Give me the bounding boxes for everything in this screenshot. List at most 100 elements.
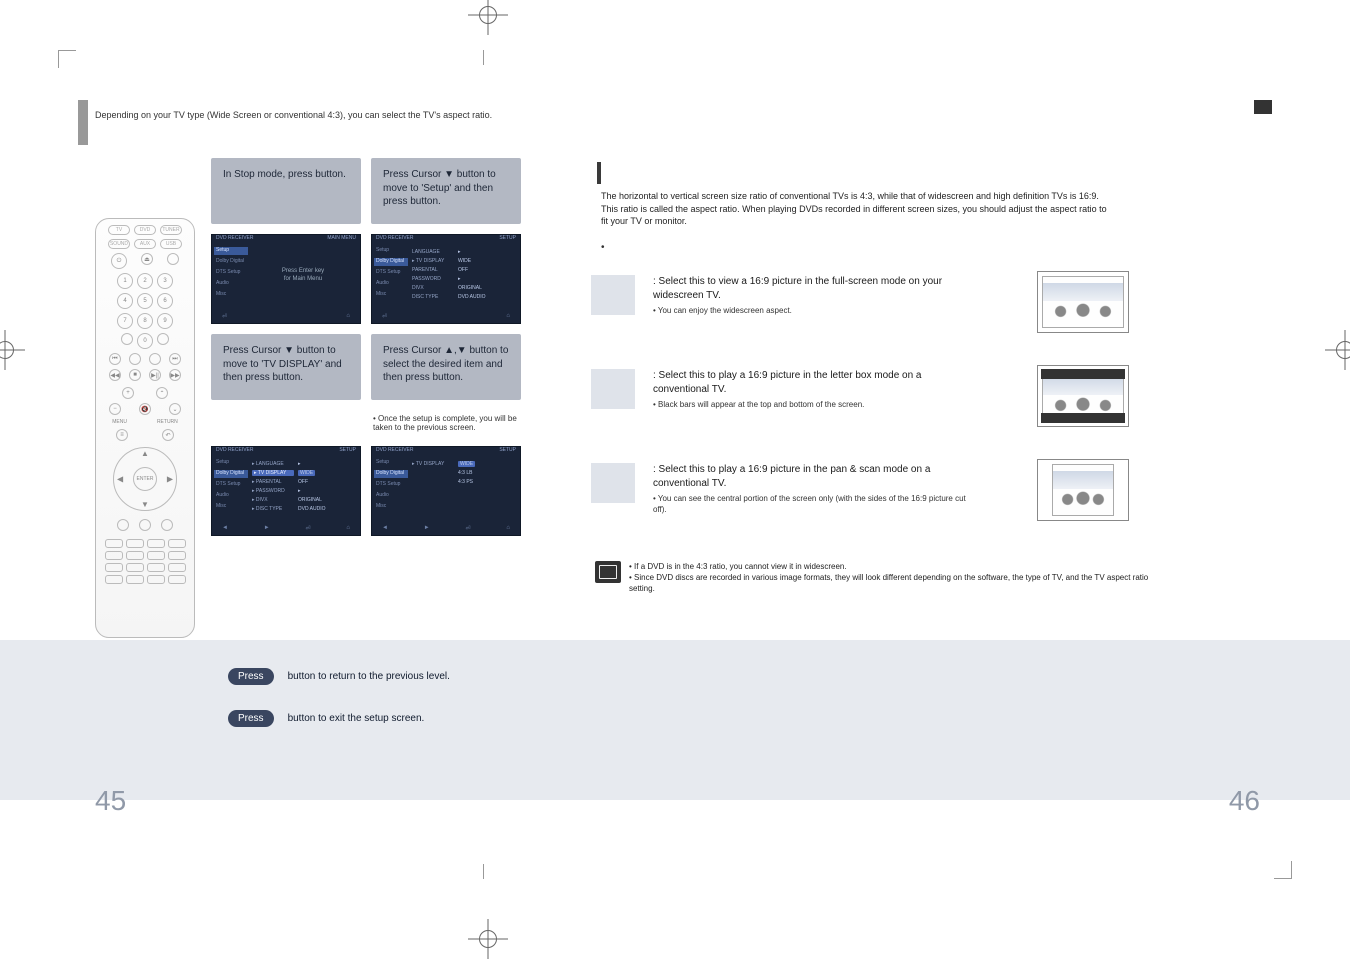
remote-num1: 1 <box>117 273 133 289</box>
dpad-up-icon: ▲ <box>141 449 149 458</box>
page-number-left: 45 <box>95 785 126 817</box>
osd-side-dts: DTS Setup <box>214 269 248 277</box>
footer-exit-row: Press button to exit the setup screen. <box>228 710 424 727</box>
osd2-hdr-r: SETUP <box>499 235 516 245</box>
osd2-s4: Misc <box>374 291 408 299</box>
remote-info <box>117 519 129 531</box>
remote-num0: 0 <box>137 333 153 349</box>
osd-side-dolby: Dolby Digital <box>214 258 248 266</box>
remote-label-return: RETURN <box>157 419 178 425</box>
option-ps-thumb <box>591 463 635 503</box>
option-letterbox-row: : Select this to play a 16:9 picture in … <box>601 369 1155 441</box>
remote-mute: 🔇 <box>139 403 151 415</box>
tv-icon <box>595 561 621 583</box>
remote-num6: 6 <box>157 293 173 309</box>
crop-mark-bottom <box>468 919 508 959</box>
remote-ch-dn: ⌄ <box>169 403 181 415</box>
remote-step-l <box>129 353 141 365</box>
remote-num8: 8 <box>137 313 153 329</box>
trim-spine-bottom <box>483 864 484 879</box>
aspect-intro-text: The horizontal to vertical screen size r… <box>601 190 1111 228</box>
step-1-text: In Stop mode, press button. <box>211 158 361 224</box>
remote-eject: ⏏ <box>141 253 153 265</box>
remote-next: ⏭ <box>169 353 181 365</box>
osd-side-setup: Setup <box>214 247 248 255</box>
footer-return-row: Press button to return to the previous l… <box>228 668 450 685</box>
osd-side-audio: Audio <box>214 280 248 288</box>
remote-tuning <box>121 333 133 345</box>
section-tab-right <box>1254 100 1272 114</box>
option-wide-sub: • You can enjoy the widescreen aspect. <box>653 305 973 316</box>
info-note-row: • If a DVD is in the 4:3 ratio, you cann… <box>595 561 1155 595</box>
osd-screenshot-2: DVD RECEIVERSETUP Setup Dolby Digital DT… <box>371 234 521 324</box>
section-tab-left <box>78 100 88 145</box>
remote-remain <box>157 333 169 345</box>
footer-band: Press button to return to the previous l… <box>0 640 1350 800</box>
osd2-s2: DTS Setup <box>374 269 408 277</box>
setup-complete-note: • Once the setup is complete, you will b… <box>373 414 521 432</box>
trim-corner-br <box>1274 861 1292 879</box>
dpad-right-icon: ▶ <box>167 475 173 484</box>
press-chip-2: Press <box>228 710 274 727</box>
option-wide-row: : Select this to view a 16:9 picture in … <box>601 275 1155 347</box>
remote-ff: ▶▶ <box>169 369 181 381</box>
illustration-letterbox <box>1037 365 1129 427</box>
option-lb-thumb <box>591 369 635 409</box>
remote-illustration: TV DVD TUNER SOUND AUX USB ⏻ ⏏ 123 456 7… <box>95 218 195 638</box>
remote-prev: ⏮ <box>109 353 121 365</box>
crop-mark-right <box>1325 330 1350 370</box>
remote-num7: 7 <box>117 313 133 329</box>
option-wide-thumb <box>591 275 635 315</box>
step-3-text: Press Cursor ▼ button to move to 'TV DIS… <box>211 334 361 400</box>
osd2-s0: Setup <box>374 247 408 255</box>
remote-num2: 2 <box>137 273 153 289</box>
press-chip-1: Press <box>228 668 274 685</box>
dpad-down-icon: ▼ <box>141 500 149 509</box>
remote-ch-up: ⌃ <box>156 387 168 399</box>
illustration-wide <box>1037 271 1129 333</box>
remote-play: ▶|| <box>149 369 161 381</box>
page-number-right: 46 <box>1229 785 1260 817</box>
intro-text: Depending on your TV type (Wide Screen o… <box>95 110 575 120</box>
remote-dpad: ▲ ▼ ◀ ▶ ENTER <box>113 447 177 511</box>
osd-msg: Press Enter keyfor Main Menu <box>252 247 354 284</box>
remote-usb: USB <box>160 239 182 249</box>
remote-dvd: DVD <box>134 225 156 235</box>
bullet-mark: • <box>601 242 1155 253</box>
crop-mark-top <box>468 0 508 35</box>
step-2-text: Press Cursor ▼ button to move to 'Setup'… <box>371 158 521 224</box>
osd-screenshot-4: DVD RECEIVERSETUP Setup Dolby Digital DT… <box>371 446 521 536</box>
remote-return: ↶ <box>162 429 174 441</box>
remote-num9: 9 <box>157 313 173 329</box>
remote-bottom-grid <box>105 539 186 584</box>
osd2-lang: LANGUAGE <box>412 249 454 255</box>
remote-step-r <box>149 353 161 365</box>
remote-vol-dn: − <box>109 403 121 415</box>
remote-tv: TV <box>108 225 130 235</box>
option-ps-sub: • You can see the central portion of the… <box>653 493 973 515</box>
option-ps-desc: : Select this to play a 16:9 picture in … <box>653 464 930 489</box>
illustration-panscan <box>1037 459 1129 521</box>
remote-stop: ■ <box>129 369 141 381</box>
remote-label-menu: MENU <box>112 419 127 425</box>
remote-vol-up: + <box>122 387 134 399</box>
remote-tuner: TUNER <box>160 225 182 235</box>
remote-enter: ENTER <box>133 467 157 491</box>
remote-test <box>161 519 173 531</box>
remote-menu: ≡ <box>116 429 128 441</box>
remote-num3: 3 <box>157 273 173 289</box>
dpad-left-icon: ◀ <box>117 475 123 484</box>
osd-hdr-r: MAIN MENU <box>327 235 356 245</box>
osd-screenshot-1: DVD RECEIVERMAIN MENU Setup Dolby Digita… <box>211 234 361 324</box>
remote-num5: 5 <box>137 293 153 309</box>
option-wide-desc: : Select this to view a 16:9 picture in … <box>653 276 942 301</box>
info-line-2: • Since DVD discs are recorded in variou… <box>629 572 1155 594</box>
trim-corner-tl <box>58 50 76 68</box>
remote-rew: ◀◀ <box>109 369 121 381</box>
option-panscan-row: : Select this to play a 16:9 picture in … <box>601 463 1155 535</box>
remote-sound: SOUND <box>108 239 130 249</box>
footer-return-text: button to return to the previous level. <box>288 671 450 682</box>
remote-num4: 4 <box>117 293 133 309</box>
osd-side-misc: Misc <box>214 291 248 299</box>
osd2-s3: Audio <box>374 280 408 288</box>
